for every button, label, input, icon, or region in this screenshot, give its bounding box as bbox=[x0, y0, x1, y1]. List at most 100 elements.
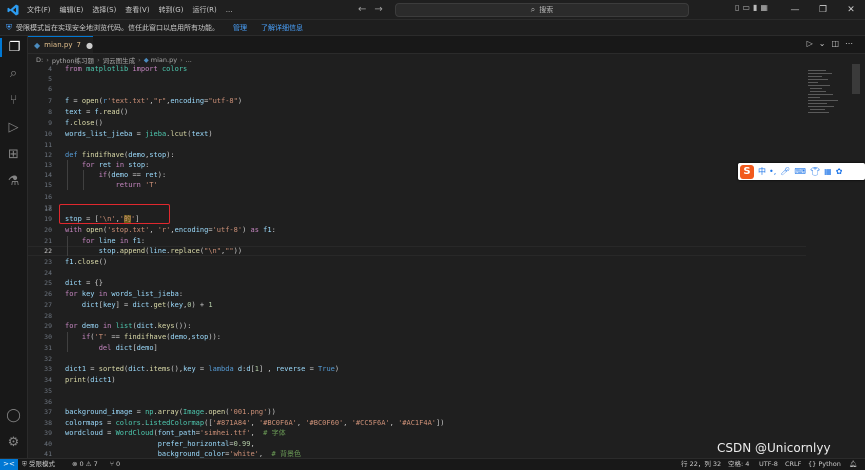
editor-tab-bar: ◆ mian.py 7 ● ▷⌄◫⋯ bbox=[28, 36, 865, 54]
menu-file[interactable]: 文件(F) bbox=[27, 5, 51, 15]
code-line: 13 for ret in stop: bbox=[28, 160, 806, 170]
eol-status[interactable]: CRLF bbox=[785, 459, 801, 470]
problems-status[interactable]: ⊗ 0 ⚠ 7 bbox=[72, 459, 98, 470]
line-number: 6 bbox=[48, 85, 52, 93]
breadcrumb-symbol[interactable]: ... bbox=[186, 56, 192, 64]
run-debug-icon[interactable]: ▷ bbox=[4, 118, 23, 137]
line-code: dict[key] = dict.get(key,0) + 1 bbox=[81, 301, 213, 309]
line-number: 9 bbox=[48, 119, 52, 127]
ime-settings-icon[interactable]: ✿ bbox=[836, 167, 843, 176]
line-number: 7 bbox=[48, 97, 52, 105]
ime-toolbar[interactable]: S 中 •, 🎤︎ ⌨ 👕︎ ▦ ✿ bbox=[738, 163, 865, 180]
nav-arrows[interactable]: ←→ bbox=[358, 4, 391, 15]
line-number: 35 bbox=[44, 387, 52, 395]
line-number: 4 bbox=[48, 65, 52, 73]
line-number: 8 bbox=[48, 108, 52, 116]
minimize-icon[interactable]: — bbox=[781, 5, 809, 15]
code-line: 18 bbox=[28, 204, 806, 214]
breadcrumb-folder-2[interactable]: 词云图生成 bbox=[103, 55, 136, 65]
search-placeholder: 搜索 bbox=[539, 6, 554, 14]
menu-go[interactable]: 转到(G) bbox=[159, 5, 184, 15]
line-code: if(demo == ret): bbox=[98, 171, 167, 179]
settings-gear-icon[interactable]: ⚙ bbox=[4, 433, 23, 452]
line-code: for line in f1: bbox=[81, 237, 146, 245]
line-number: 32 bbox=[44, 355, 52, 363]
minimap[interactable] bbox=[806, 64, 865, 458]
indentation-status[interactable]: 空格: 4 bbox=[728, 459, 749, 470]
breadcrumb-drive[interactable]: D: bbox=[36, 56, 43, 64]
toolbox-icon[interactable]: ▦ bbox=[824, 167, 832, 176]
split-editor-icon[interactable]: ◫ bbox=[831, 39, 845, 48]
breadcrumb-folder-1[interactable]: python练习题 bbox=[52, 55, 94, 65]
testing-icon[interactable]: ⚗ bbox=[4, 172, 23, 191]
line-number: 26 bbox=[44, 290, 52, 298]
csdn-watermark: CSDN @Unicornlyy bbox=[717, 441, 831, 455]
menu-edit[interactable]: 编辑(E) bbox=[60, 5, 84, 15]
code-line: 32 bbox=[28, 354, 806, 364]
line-number: 28 bbox=[44, 312, 52, 320]
code-line: 28 bbox=[28, 311, 806, 321]
code-line: 6 bbox=[28, 84, 806, 94]
line-number: 37 bbox=[44, 408, 52, 416]
banner-learn-more-link[interactable]: 了解详细信息 bbox=[261, 23, 303, 33]
python-file-icon: ◆ bbox=[34, 40, 41, 50]
code-line: 24 bbox=[28, 268, 806, 278]
layout-toggle-buttons[interactable]: ▯▭▮▦ bbox=[735, 3, 771, 12]
remote-indicator-icon[interactable]: >< bbox=[0, 459, 18, 470]
line-number: 14 bbox=[44, 171, 52, 179]
line-number: 40 bbox=[44, 440, 52, 448]
menu-run[interactable]: 运行(R) bbox=[192, 5, 216, 15]
restricted-mode-status[interactable]: ⛨ 受限模式 bbox=[22, 459, 55, 470]
run-file-icon[interactable]: ▷ bbox=[807, 39, 819, 48]
line-code: stop.append(line.replace("\n","")) bbox=[98, 247, 243, 255]
line-code: background_image = np.array(Image.open('… bbox=[65, 408, 276, 416]
line-number: 25 bbox=[44, 279, 52, 287]
line-number: 10 bbox=[44, 130, 52, 138]
line-number: 24 bbox=[44, 269, 52, 277]
code-editor[interactable]: 4 from matplotlib import colors 5 6 7 f = … bbox=[28, 64, 806, 458]
command-center-search[interactable]: ⌕ 搜索 bbox=[395, 3, 689, 17]
run-dropdown-icon[interactable]: ⌄ bbox=[819, 39, 832, 48]
line-number: 41 bbox=[44, 450, 52, 458]
menu-view[interactable]: 查看(V) bbox=[125, 5, 149, 15]
code-line: 15 return 'T' bbox=[28, 180, 806, 190]
punctuation-icon[interactable]: •, bbox=[769, 167, 776, 176]
encoding-status[interactable]: UTF-8 bbox=[759, 459, 778, 470]
line-code: text = f.read() bbox=[65, 108, 129, 116]
keyboard-icon[interactable]: ⌨ bbox=[794, 167, 806, 176]
restore-icon[interactable]: ❐ bbox=[809, 5, 837, 15]
menu-more[interactable]: ... bbox=[226, 6, 233, 14]
menu-selection[interactable]: 选择(S) bbox=[92, 5, 116, 15]
account-icon[interactable]: ◯ bbox=[4, 406, 23, 425]
skin-icon[interactable]: 👕︎ bbox=[810, 167, 820, 176]
microphone-icon[interactable]: 🎤︎ bbox=[780, 167, 790, 176]
line-code: f = open(r'text.txt',"r",encoding="utf-8… bbox=[65, 97, 243, 105]
explorer-icon[interactable]: ❐ bbox=[0, 38, 27, 57]
search-view-icon[interactable]: ⌕ bbox=[4, 64, 23, 83]
breadcrumb-file[interactable]: mian.py bbox=[151, 56, 177, 64]
line-code: with open('stop.txt', 'r',encoding='utf-… bbox=[65, 226, 276, 234]
source-control-icon[interactable]: ⑂ bbox=[4, 91, 23, 110]
code-line: 4 from matplotlib import colors bbox=[28, 64, 806, 74]
code-line: 8 text = f.read() bbox=[28, 107, 806, 117]
cursor-position[interactable]: 行 22，列 32 bbox=[681, 459, 721, 470]
restricted-mode-banner: ⛨ 受限模式旨在实现安全地浏览代码。信任此窗口以启用所有功能。 管理 了解详细信… bbox=[0, 20, 865, 36]
language-mode[interactable]: {} Python bbox=[808, 459, 841, 470]
extensions-icon[interactable]: ⊞ bbox=[4, 145, 23, 164]
line-code: f1.close() bbox=[65, 258, 108, 266]
vertical-scrollbar-thumb[interactable] bbox=[852, 64, 860, 94]
close-icon[interactable]: ✕ bbox=[837, 5, 865, 15]
line-number: 36 bbox=[44, 398, 52, 406]
banner-manage-link[interactable]: 管理 bbox=[233, 23, 247, 33]
unsaved-dot-icon[interactable]: ● bbox=[86, 41, 93, 50]
line-number: 19 bbox=[44, 215, 52, 223]
tab-mian-py[interactable]: ◆ mian.py 7 ● bbox=[28, 36, 93, 53]
line-code: for key in words_list_jieba: bbox=[65, 290, 184, 298]
code-line: 37 background_image = np.array(Image.open… bbox=[28, 407, 806, 417]
notifications-bell-icon[interactable]: 🔔︎ bbox=[849, 459, 857, 470]
line-number: 23 bbox=[44, 258, 52, 266]
ime-mode-label[interactable]: 中 bbox=[758, 166, 766, 177]
more-actions-icon[interactable]: ⋯ bbox=[845, 39, 859, 48]
ports-status[interactable]: ⑂ 0 bbox=[110, 459, 120, 470]
code-line: 20 with open('stop.txt', 'r',encoding='ut… bbox=[28, 225, 806, 235]
